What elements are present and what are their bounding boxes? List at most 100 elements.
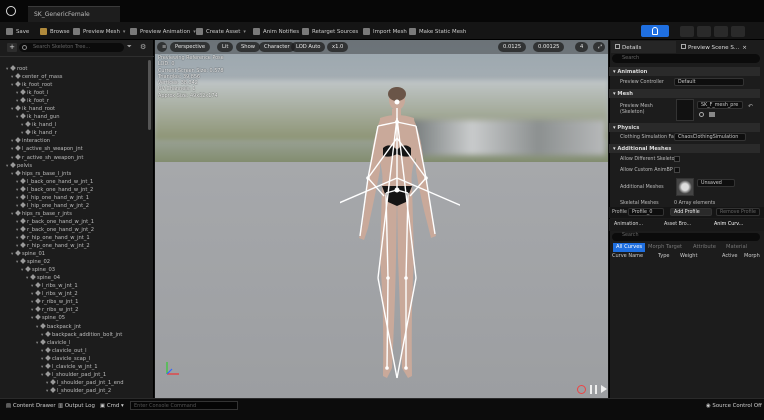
close-icon[interactable]: × <box>742 45 747 51</box>
profile-dropdown[interactable]: Profile_0 <box>628 208 664 216</box>
tree-row[interactable]: ▾ clavicle_out_l <box>0 346 150 355</box>
browse-button[interactable]: Browse <box>40 26 70 37</box>
section-additional-meshes[interactable]: ▾ Additional Meshes <box>609 144 760 153</box>
perspective-button[interactable]: Perspective <box>170 42 211 52</box>
tab-animation[interactable]: Animation... <box>614 222 643 227</box>
tree-row[interactable]: ▾ ik_hand_l <box>0 121 150 129</box>
console-command-input[interactable]: Enter Console Command <box>130 401 238 410</box>
tree-scrollbar[interactable] <box>148 60 151 130</box>
tree-row[interactable]: ▾ pelvis <box>0 161 150 170</box>
tab-asset-browser[interactable]: Asset Bro... <box>664 222 691 227</box>
tab-preview-scene[interactable]: Preview Scene S... × <box>677 41 761 53</box>
tree-row[interactable]: ▾ root <box>0 65 150 73</box>
preview-mesh-button[interactable]: Preview Mesh ▾ <box>73 26 125 37</box>
tree-row[interactable]: ▾ interaction <box>0 137 150 145</box>
folder-icon[interactable] <box>709 112 715 117</box>
section-mesh[interactable]: ▾ Mesh <box>609 89 760 98</box>
details-search-input[interactable]: Search <box>612 54 760 63</box>
preview-controller-dropdown[interactable]: Default <box>674 78 744 86</box>
source-control-button[interactable]: ◉ Source Control Off <box>706 403 762 409</box>
preview-mesh-dropdown[interactable]: SK_F_mesh_pre <box>697 101 743 109</box>
filter-attribute[interactable]: Attribute <box>690 243 719 252</box>
add-bone-button[interactable]: + <box>7 43 17 52</box>
tree-row[interactable]: ▾ hips_rs_base_l_jnts <box>0 169 150 178</box>
viewport[interactable]: ≡ Perspective Lit Show Character LOD Aut… <box>155 40 608 398</box>
tree-row[interactable]: ▾ l_clavicle_w_jnt_1 <box>0 362 150 371</box>
tree-row[interactable]: ▾ spine_03 <box>0 266 150 274</box>
allow-different-skeleton-checkbox[interactable] <box>674 156 680 162</box>
output-log-button[interactable]: ▥ Output Log <box>58 403 95 409</box>
tree-row[interactable]: ▾ spine_02 <box>0 258 150 266</box>
tree-row[interactable]: ▾ clavicle_scap_l <box>0 354 150 363</box>
record-icon[interactable] <box>577 385 586 394</box>
viewport-menu-button[interactable]: ≡ <box>157 42 167 52</box>
skeleton-mode-button[interactable] <box>641 25 669 37</box>
tree-row[interactable]: ▾ l_back_one_hand_w_jnt_2 <box>0 185 150 194</box>
anim-notifies-button[interactable]: Anim Notifies <box>253 26 299 37</box>
allow-custom-animbp-checkbox[interactable] <box>674 167 680 173</box>
tree-row[interactable]: ▾ clavicle_l <box>0 338 150 347</box>
tree-row[interactable]: ▾ r_hip_one_hand_w_jnt_2 <box>0 242 150 250</box>
tree-row[interactable]: ▾ spine_05 <box>0 314 150 322</box>
tree-row[interactable]: ▾ backpack_jnt <box>0 322 150 331</box>
step-forward-icon[interactable] <box>601 385 607 393</box>
preview-animation-button[interactable]: Preview Animation ▾ <box>130 26 196 37</box>
cmd-dropdown[interactable]: ▣ Cmd ▾ <box>100 403 124 409</box>
create-asset-button[interactable]: Create Asset ▾ <box>196 26 246 37</box>
curves-column-morph[interactable]: Morph <box>744 253 760 259</box>
curves-search-input[interactable]: Search <box>612 233 760 241</box>
import-mesh-button[interactable]: Import Mesh <box>363 26 407 37</box>
tree-row[interactable]: ▾ r_ribs_w_jnt_1 <box>0 298 150 306</box>
clothing-sim-dropdown[interactable]: ChaosClothingSimulation <box>674 133 746 141</box>
tab-details[interactable]: Details <box>611 41 676 53</box>
skeleton-search-input[interactable]: Search Skeleton Tree... <box>19 43 124 52</box>
filter-all-curves[interactable]: All Curves <box>613 243 646 252</box>
tree-row[interactable]: ▾ center_of_mass <box>0 73 150 81</box>
tree-row[interactable]: ▾ r_active_sh_weapon_jnt <box>0 153 150 162</box>
tree-row[interactable]: ▾ l_ribs_w_jnt_2 <box>0 290 150 298</box>
remove-profile-button[interactable]: Remove Profile <box>716 208 760 216</box>
lit-button[interactable]: Lit <box>217 42 234 52</box>
content-drawer-button[interactable]: ▤ Content Drawer <box>6 403 56 409</box>
maximize-icon[interactable]: ⤢ <box>593 42 605 52</box>
section-physics[interactable]: ▾ Physics <box>609 123 760 132</box>
settings-mode-button[interactable] <box>731 26 745 37</box>
filter-morph-target[interactable]: Morph Target <box>645 243 685 252</box>
tree-row[interactable]: ▾ ik_foot_r <box>0 97 150 105</box>
tree-row[interactable]: ▾ ik_hand_gun <box>0 113 150 121</box>
stat-readout-1[interactable]: 0.0125 <box>498 42 527 52</box>
save-button[interactable]: Save <box>6 26 29 37</box>
retarget-sources-button[interactable]: Retarget Sources <box>302 26 358 37</box>
reset-icon[interactable]: ↶ <box>748 103 753 110</box>
mesh-mode-button[interactable] <box>680 26 694 37</box>
tree-row[interactable]: ▾ l_active_sh_weapon_jnt <box>0 145 150 153</box>
playback-speed-button[interactable]: x1.0 <box>327 42 349 52</box>
animation-mode-button[interactable] <box>697 26 711 37</box>
tree-row[interactable]: ▾ r_ribs_w_jnt_2 <box>0 306 150 314</box>
tree-row[interactable]: ▾ backpack_addition_bolt_jnt <box>0 330 150 339</box>
curves-column-curve-name[interactable]: Curve Name <box>612 253 643 259</box>
pause-icon[interactable] <box>590 385 597 394</box>
tree-row[interactable]: ▾ l_hip_one_hand_w_jnt_1 <box>0 193 150 202</box>
make-static-mesh-button[interactable]: Make Static Mesh <box>409 26 466 37</box>
filter-icon[interactable]: ⏷ <box>127 43 137 52</box>
lod-button[interactable]: LOD Auto <box>291 42 326 52</box>
curves-column-active[interactable]: Active <box>722 253 737 259</box>
tree-row[interactable]: ▾ l_hip_one_hand_w_jnt_2 <box>0 201 150 210</box>
tab-anim-curves[interactable]: Anim Curv... <box>714 222 743 227</box>
curves-column-weight[interactable]: Weight <box>680 253 697 259</box>
tree-row[interactable]: ▾ l_back_one_hand_w_jnt_1 <box>0 177 150 186</box>
stat-readout-3[interactable]: 4 <box>575 42 589 52</box>
section-animation[interactable]: ▾ Animation <box>609 67 760 76</box>
additional-meshes-dropdown[interactable]: Unsaved <box>697 179 735 187</box>
tree-row[interactable]: ▾ l_shoulder_pad_jnt_1 <box>0 370 150 379</box>
show-button[interactable]: Show <box>236 42 260 52</box>
document-tab[interactable]: SK_GenericFemale <box>28 6 120 22</box>
filter-material[interactable]: Material <box>723 243 750 252</box>
add-profile-button[interactable]: Add Profile <box>670 208 712 216</box>
tree-row[interactable]: ▾ l_ribs_w_jnt_1 <box>0 282 150 290</box>
stat-readout-2[interactable]: 0.00125 <box>533 42 565 52</box>
tree-row[interactable]: ▾ l_shoulder_pad_jnt_1_end <box>0 378 150 387</box>
tree-row[interactable]: ▾ ik_hand_r <box>0 129 150 137</box>
character-button[interactable]: Character <box>259 42 295 52</box>
